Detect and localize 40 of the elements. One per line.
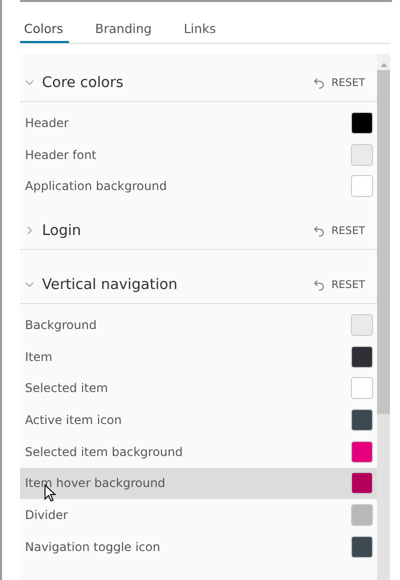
color-label: Application background xyxy=(25,179,168,194)
undo-icon xyxy=(313,224,326,237)
undo-icon xyxy=(313,278,326,291)
chevron-icon[interactable] xyxy=(25,226,34,236)
color-swatch[interactable] xyxy=(351,346,373,368)
reset-button[interactable]: RESET xyxy=(311,222,367,239)
chevron-icon[interactable] xyxy=(25,280,34,290)
tab[interactable]: Colors xyxy=(20,16,70,43)
tab[interactable]: Links xyxy=(180,16,222,43)
color-label: Active item icon xyxy=(25,412,123,427)
color-label: Background xyxy=(25,318,98,332)
color-label: Header xyxy=(25,116,70,130)
color-swatch[interactable] xyxy=(351,504,373,526)
section-title: Login xyxy=(42,222,82,239)
color-label: Item hover background xyxy=(25,476,166,490)
color-label: Item xyxy=(25,350,54,364)
color-label: Header font xyxy=(25,148,98,162)
color-label: Divider xyxy=(25,508,69,522)
reset-button[interactable]: RESET xyxy=(311,276,367,293)
section-title: Core colors xyxy=(42,74,124,90)
hovered-row[interactable]: Item hover background xyxy=(20,468,377,500)
tab[interactable]: Branding xyxy=(91,16,158,43)
color-label: Selected item background xyxy=(25,444,184,459)
color-swatch[interactable] xyxy=(351,112,373,134)
scrollbar[interactable] xyxy=(377,54,390,580)
chevron-icon[interactable] xyxy=(25,78,34,87)
color-swatch[interactable] xyxy=(351,175,373,198)
section-title: Vertical navigation xyxy=(42,276,178,293)
color-swatch[interactable] xyxy=(351,440,373,463)
color-label: Selected item xyxy=(25,381,109,396)
color-swatch[interactable] xyxy=(351,144,373,166)
scroll-up-icon[interactable] xyxy=(380,62,388,67)
color-swatch[interactable] xyxy=(351,314,373,336)
color-swatch[interactable] xyxy=(351,536,373,558)
undo-icon xyxy=(313,76,326,88)
color-swatch[interactable] xyxy=(351,377,373,400)
color-swatch[interactable] xyxy=(351,408,373,431)
color-label: Navigation toggle icon xyxy=(25,540,162,554)
color-swatch[interactable] xyxy=(351,472,373,494)
reset-button[interactable]: RESET xyxy=(311,74,367,90)
